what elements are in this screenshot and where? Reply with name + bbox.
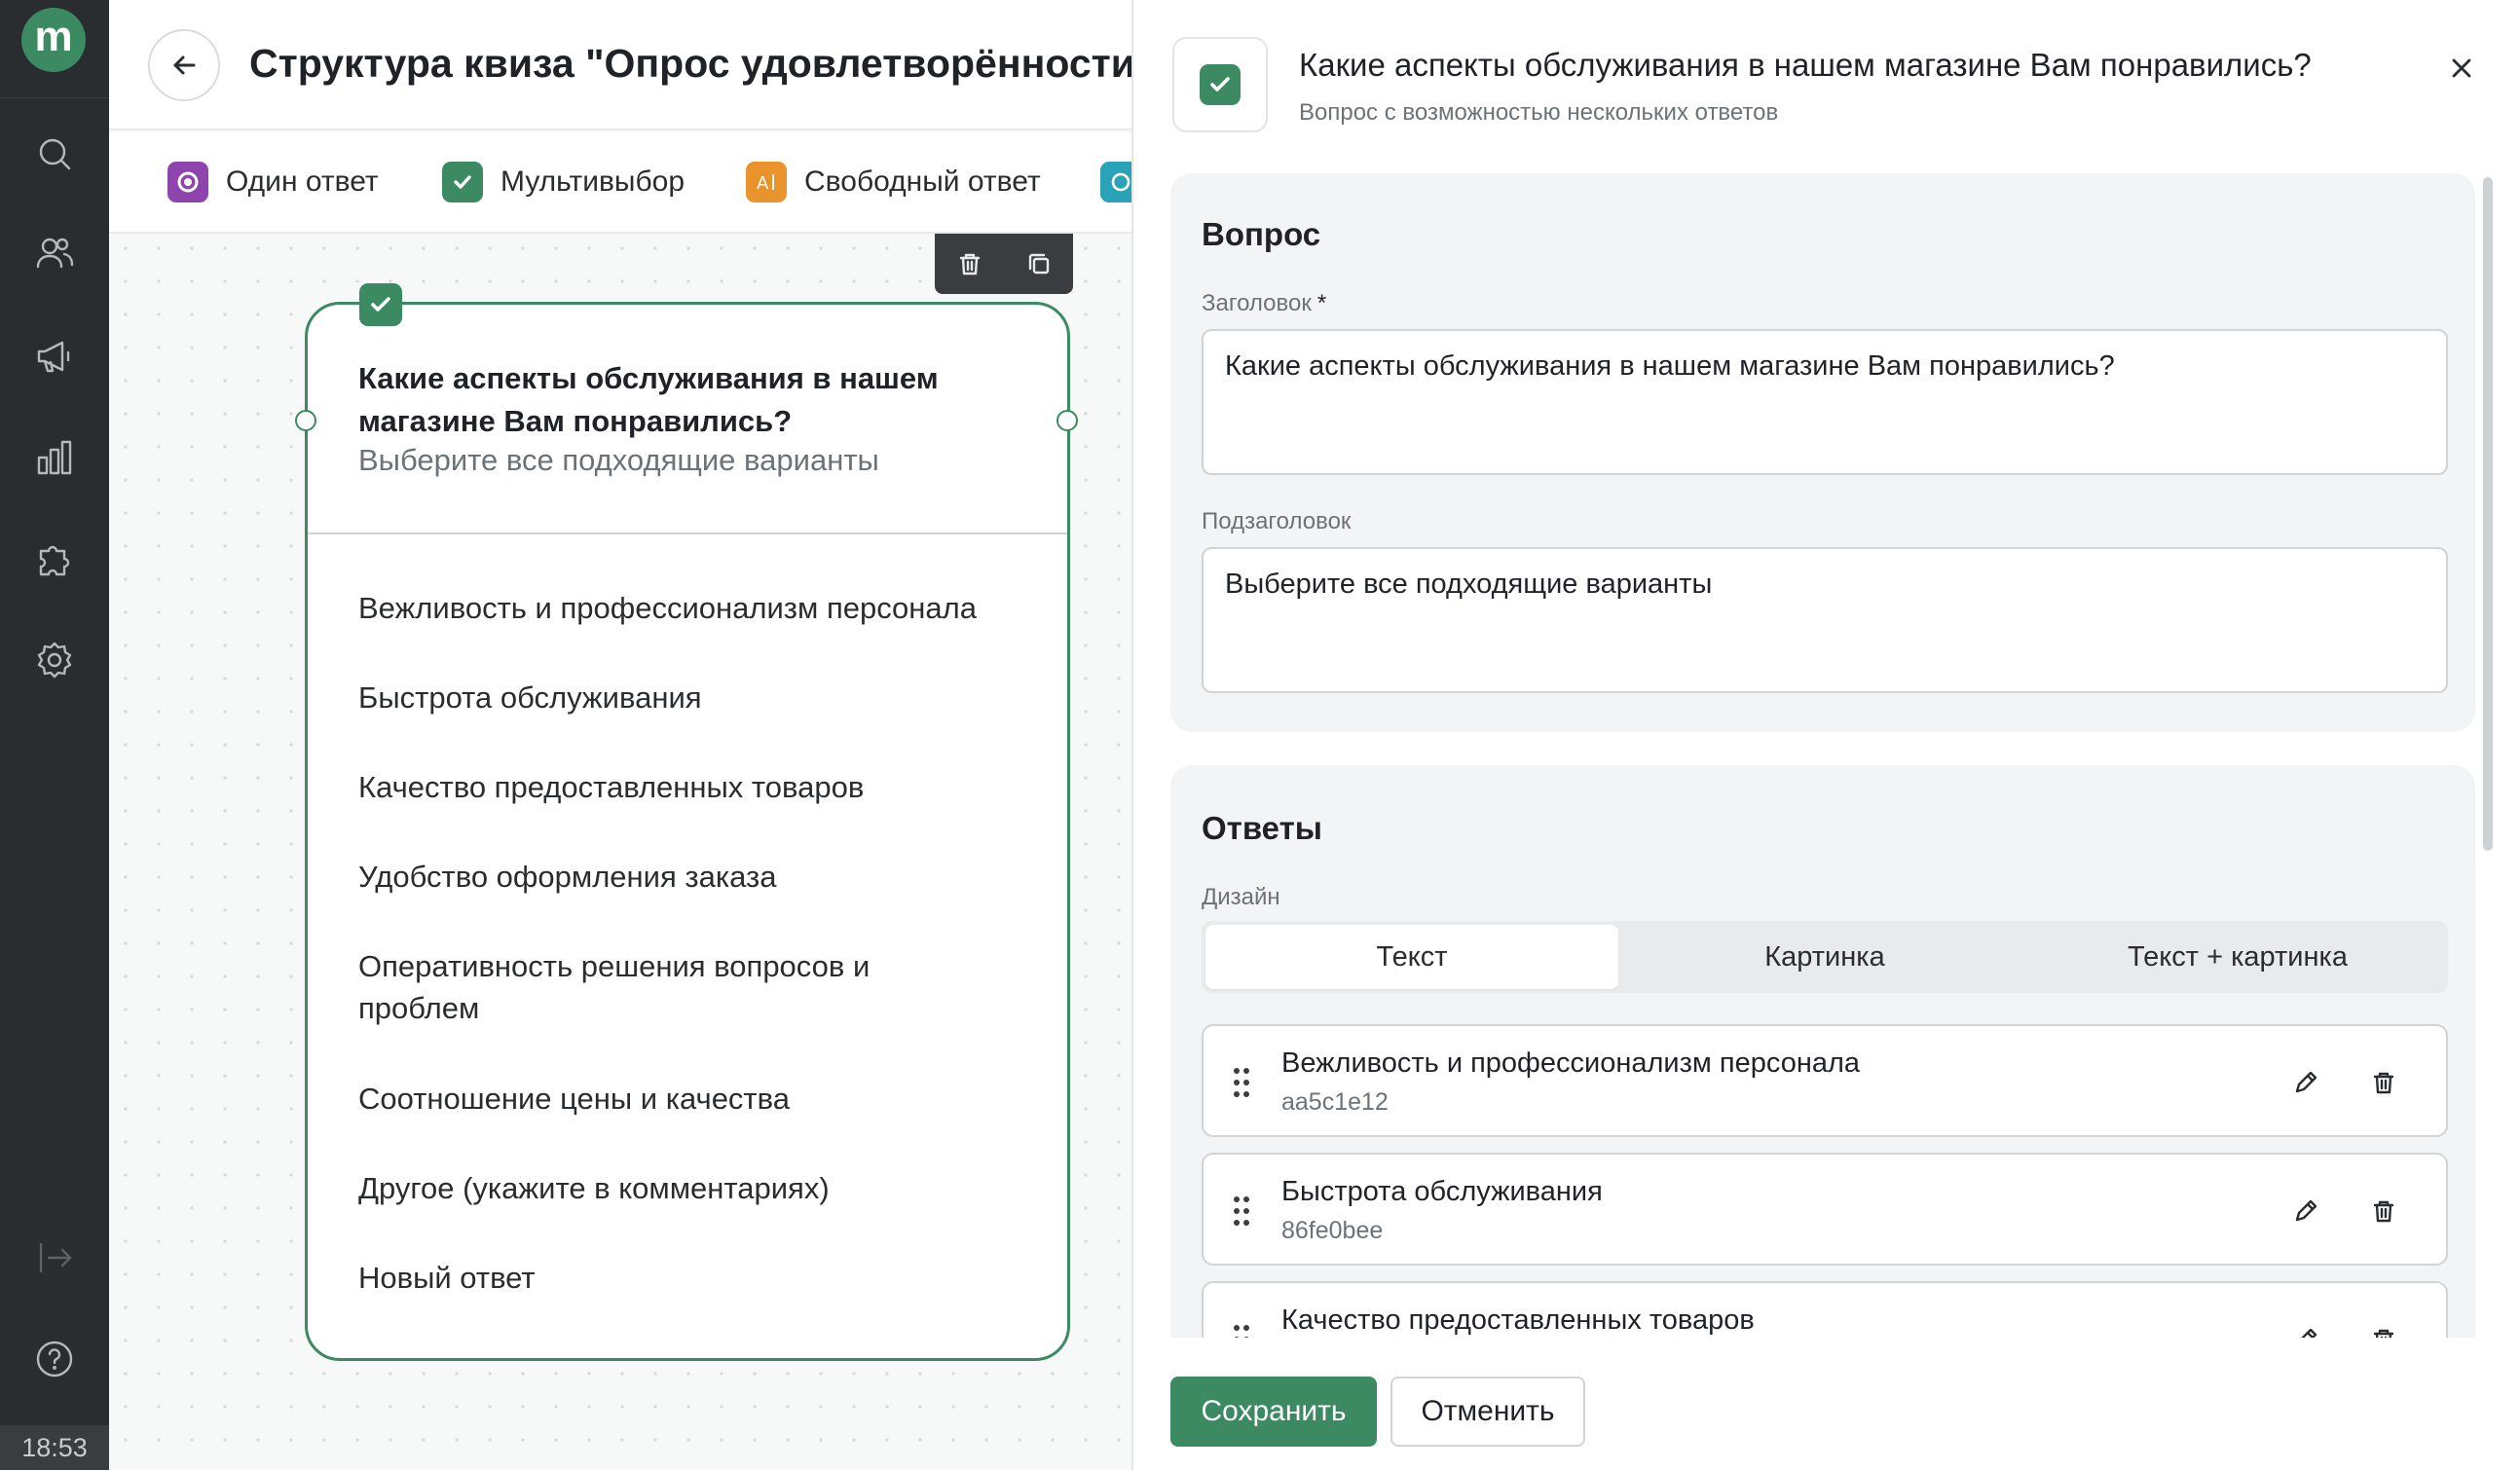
edit-answer-button[interactable] <box>2284 1061 2327 1104</box>
node-answer[interactable]: Быстрота обслуживания <box>358 677 982 718</box>
chart-icon[interactable] <box>29 432 80 483</box>
save-button[interactable]: Сохранить <box>1170 1377 1377 1447</box>
close-icon <box>2452 58 2471 78</box>
panel-title: Какие аспекты обслуживания в нашем магаз… <box>1299 47 2312 83</box>
answer-id: aa5c1e12 <box>1281 1088 1389 1116</box>
checkbox-icon <box>442 162 483 202</box>
top-bar: Структура квиза "Опрос удовлетворённости… <box>109 0 1131 130</box>
node-answer[interactable]: Новый ответ <box>358 1257 982 1299</box>
question-editor-panel: Какие аспекты обслуживания в нашем магаз… <box>1131 0 2520 1470</box>
edit-answer-button[interactable] <box>2284 1318 2327 1338</box>
panel-content: Вопрос Заголовок * Какие аспекты обслужив… <box>1170 173 2495 1338</box>
page-title: Структура квиза "Опрос удовлетворённости… <box>249 41 1131 86</box>
answer-id: 86fe0bee <box>1281 1217 1384 1244</box>
node-answer[interactable]: Другое (укажите в комментариях) <box>358 1167 982 1209</box>
answer-item[interactable]: Вежливость и профессионализм персонала a… <box>1202 1024 2448 1137</box>
answers-section: Ответы Дизайн Текст Картинка Текст + кар… <box>1170 765 2475 1338</box>
node-answer[interactable]: Оперативность решения вопросов и проблем <box>358 945 943 1029</box>
question-node[interactable]: Какие аспекты обслуживания в нашем магаз… <box>295 283 1078 1361</box>
pencil-icon <box>2295 1199 2317 1222</box>
pencil-icon <box>2295 1071 2317 1093</box>
trash-icon <box>2373 1072 2394 1094</box>
type-label: Свободный ответ <box>804 165 1041 198</box>
type-more[interactable] <box>1100 162 1131 202</box>
sidebar-divider <box>0 97 109 98</box>
answer-label: Быстрота обслуживания <box>1281 1176 1603 1207</box>
node-toolbar <box>935 234 1073 294</box>
design-option-text-image[interactable]: Текст + картинка <box>2031 925 2444 989</box>
delete-answer-button[interactable] <box>2362 1190 2405 1232</box>
drag-handle-icon[interactable] <box>1231 1065 1252 1100</box>
cancel-button[interactable]: Отменить <box>1390 1377 1585 1447</box>
subheading-label: Подзаголовок <box>1202 508 1352 534</box>
gear-icon[interactable] <box>29 635 80 685</box>
help-icon[interactable] <box>29 1334 80 1384</box>
panel-footer: Сохранить Отменить <box>1133 1338 2520 1470</box>
type-multi-choice[interactable]: Мультивыбор <box>442 162 685 202</box>
puzzle-icon[interactable] <box>29 533 80 584</box>
answer-item[interactable]: Быстрота обслуживания 86fe0bee <box>1202 1153 2448 1266</box>
megaphone-icon[interactable] <box>29 331 80 382</box>
node-output-handle[interactable] <box>1056 410 1078 431</box>
trash-icon <box>2373 1200 2394 1223</box>
answer-item[interactable]: Качество предоставленных товаров <box>1202 1281 2448 1338</box>
type-label: Один ответ <box>226 165 379 198</box>
question-type-bar: Один ответ Мультивыбор A Свободный ответ <box>109 132 1131 234</box>
section-title: Вопрос <box>1202 216 1321 252</box>
search-icon[interactable] <box>29 129 80 179</box>
arrow-left-icon <box>173 55 196 75</box>
type-single-choice[interactable]: Один ответ <box>167 162 379 202</box>
node-answer[interactable]: Качество предоставленных товаров <box>358 766 982 808</box>
subheading-field[interactable]: Выберите все подходящие варианты <box>1202 547 2448 693</box>
node-title: Какие аспекты обслуживания в нашем магаз… <box>358 361 939 438</box>
required-mark: * <box>1316 290 1327 316</box>
panel-subtitle: Вопрос с возможностью нескольких ответов <box>1299 99 1779 126</box>
heading-label: Заголовок * <box>1202 290 1327 316</box>
pencil-icon <box>2301 1328 2317 1338</box>
trash-icon[interactable] <box>956 250 983 277</box>
sidebar: m 18:53 <box>0 0 109 1470</box>
copy-icon[interactable] <box>1025 250 1053 277</box>
question-type-badge <box>1172 37 1268 132</box>
type-free-answer[interactable]: A Свободный ответ <box>746 162 1041 202</box>
node-divider <box>308 533 1067 534</box>
trash-icon <box>2373 1329 2394 1338</box>
node-answer[interactable]: Соотношение цены и качества <box>358 1078 982 1120</box>
logout-icon[interactable] <box>29 1232 80 1283</box>
node-answer[interactable]: Вежливость и профессионализм персонала <box>358 587 982 629</box>
radio-icon <box>167 162 208 202</box>
heading-field[interactable]: Какие аспекты обслуживания в нашем магаз… <box>1202 329 2448 475</box>
answer-label: Вежливость и профессионализм персонала <box>1281 1047 1861 1079</box>
section-title: Ответы <box>1202 810 1322 846</box>
close-button[interactable] <box>2444 51 2479 86</box>
edit-answer-button[interactable] <box>2284 1190 2327 1232</box>
rating-icon <box>1100 162 1131 202</box>
drag-handle-icon[interactable] <box>1231 1322 1252 1338</box>
type-label: Мультивыбор <box>500 165 686 198</box>
question-section: Вопрос Заголовок * Какие аспекты обслужив… <box>1170 173 2475 732</box>
design-selector: Текст Картинка Текст + картинка <box>1202 921 2448 993</box>
logo-letter: m <box>34 13 73 60</box>
checkbox-icon <box>359 283 402 326</box>
users-icon[interactable] <box>29 228 80 278</box>
back-button[interactable] <box>148 29 220 101</box>
app-logo[interactable]: m <box>21 8 86 72</box>
text-input-icon: A <box>746 162 787 202</box>
node-answer[interactable]: Удобство оформления заказа <box>358 856 982 898</box>
design-option-image[interactable]: Картинка <box>1618 925 2031 989</box>
node-subtitle: Выберите все подходящие варианты <box>358 443 879 477</box>
svg-text:A: A <box>757 173 769 194</box>
delete-answer-button[interactable] <box>2362 1318 2405 1338</box>
node-input-handle[interactable] <box>295 410 316 431</box>
delete-answer-button[interactable] <box>2362 1061 2405 1104</box>
design-option-text[interactable]: Текст <box>1205 925 1618 989</box>
checkbox-icon <box>1200 64 1241 105</box>
design-label: Дизайн <box>1202 884 1280 910</box>
clock: 18:53 <box>0 1425 109 1470</box>
drag-handle-icon[interactable] <box>1231 1194 1252 1229</box>
answer-label: Качество предоставленных товаров <box>1281 1305 1755 1336</box>
